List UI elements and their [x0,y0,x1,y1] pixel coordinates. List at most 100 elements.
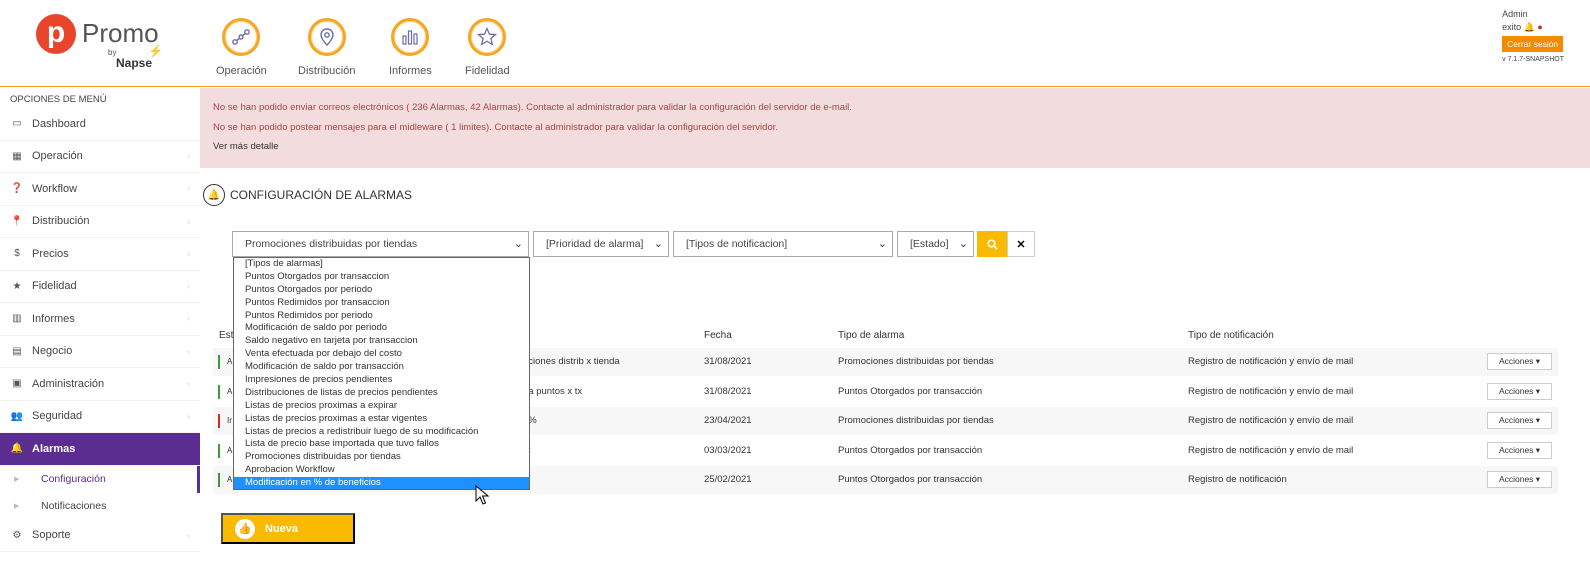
notification-type-value: [Tipos de notificacion] [686,238,788,250]
search-button[interactable] [977,231,1007,257]
logo-brand: Napse [116,56,153,70]
sidebar-item-alarmas[interactable]: 🔔 Alarmas [0,433,200,466]
dropdown-option[interactable]: Puntos Otorgados por transaccion [234,271,529,284]
sidebar-item-label: Workflow [32,182,78,195]
sidebar-item-distribucion[interactable]: 📍 Distribución ‹ [0,206,200,238]
notification-type-select[interactable]: [Tipos de notificacion] ⌄ [673,231,893,257]
sidebar: OPCIONES DE MENÚ ▭ Dashboard ▦ Operación… [0,88,200,573]
close-icon: ✕ [1016,238,1026,251]
sidebar-item-negocio[interactable]: ▤ Negocio ‹ [0,336,200,368]
sidebar-subitem-label: Configuración [41,473,106,485]
dropdown-option[interactable]: [Tipos de alarmas] [234,258,529,271]
sidebar-item-administracion[interactable]: ▣ Administración ‹ [0,368,200,401]
dropdown-option[interactable]: Venta efectuada por debajo del costo [234,348,529,361]
alarm-type-select[interactable]: Promociones distribuidas por tiendas ⌄ [232,231,529,257]
topnav-operacion[interactable]: Operación [216,18,267,77]
column-header-status[interactable]: Est [219,330,233,341]
sidebar-item-label: Soporte [32,529,71,542]
sidebar-item-precios[interactable]: $ Precios ‹ [0,238,200,271]
actions-button[interactable]: Acciones ▾ [1487,383,1552,400]
cell-date: 31/08/2021 [704,386,752,397]
view-more-link[interactable]: Ver más detalle [213,141,278,152]
star-icon: ★ [12,280,22,292]
cell-date: 31/08/2021 [704,356,752,367]
dropdown-option[interactable]: Puntos Redimidos por transaccion [234,297,529,310]
sidebar-item-label: Administración [32,377,105,390]
column-header-date[interactable]: Fecha [704,330,732,341]
app-version: v 7.1.7-SNAPSHOT [1502,56,1564,63]
info-icon[interactable]: ● [1537,22,1542,32]
priority-value: [Prioridad de alarma] [546,238,644,250]
sidebar-item-seguridad[interactable]: 👥 Seguridad ‹ [0,401,200,433]
dropdown-option[interactable]: Puntos Otorgados por periodo [234,284,529,297]
sidebar-item-label: Precios [32,247,69,260]
sidebar-title: OPCIONES DE MENÚ [10,94,107,105]
status-text: A [227,357,233,366]
dropdown-option[interactable]: Modificación de saldo por periodo [234,322,529,335]
dropdown-option[interactable]: Listas de precios proximas a estar vigen… [234,413,529,426]
new-alarm-button[interactable]: 👍 Nueva [221,513,355,544]
cell-date: 25/02/2021 [704,474,752,485]
dropdown-option[interactable]: Listas de precios proximas a expirar [234,400,529,413]
bell-icon: 🔔 [203,184,225,206]
cell-notification-type: Registro de notificación y envío de mail [1188,415,1354,426]
dropdown-option[interactable]: Listas de precios a redistribuir luego d… [234,426,529,439]
search-icon [986,238,998,250]
actions-button[interactable]: Acciones ▾ [1487,353,1552,370]
chevron-left-icon: ‹ [187,530,190,540]
actions-button[interactable]: Acciones ▾ [1487,471,1552,488]
sidebar-subitem-label: Notificaciones [41,500,107,512]
alarm-type-value: Promociones distribuidas por tiendas [245,238,418,250]
chevron-down-icon: ⌄ [958,238,968,250]
dropdown-option[interactable]: Lista de precio base importada que tuvo … [234,438,529,451]
dropdown-option[interactable]: Puntos Redimidos por periodo [234,310,529,323]
user-name: Admin [1502,9,1528,19]
header: p Promo by Napse ⚡ Operación Distribució… [0,0,1590,87]
users-icon: 👥 [10,410,24,422]
cell-notification-type: Registro de notificación y envío de mail [1188,356,1354,367]
status-indicator [218,473,220,487]
clear-filters-button[interactable]: ✕ [1007,231,1035,257]
alarm-type-dropdown-list[interactable]: [Tipos de alarmas] Puntos Otorgados por t… [233,257,530,490]
status-text: A [227,475,233,484]
topnav-fidelidad[interactable]: Fidelidad [465,18,510,77]
topnav-distribucion[interactable]: Distribución [298,18,355,77]
actions-button[interactable]: Acciones ▾ [1487,412,1552,429]
promo-napse-logo[interactable]: p Promo by Napse ⚡ [36,14,166,74]
topnav-informes[interactable]: Informes [389,18,432,77]
user-box: Admin exito 🔔 ● Cerrar sesión v 7.1.7-SN… [1502,8,1564,63]
dropdown-option[interactable]: Promociones distribuidas por tiendas [234,451,529,464]
bar-chart-icon: ▥ [12,313,22,325]
sidebar-item-soporte[interactable]: ⚙ Soporte ‹ [0,520,200,552]
dollar-icon: $ [14,248,20,260]
dropdown-option[interactable]: Aprobacion Workflow [234,464,529,477]
page-title: 🔔 CONFIGURACIÓN DE ALARMAS [203,184,412,206]
cell-alarm-type: Promociones distribuidas por tiendas [838,415,994,426]
sidebar-item-workflow[interactable]: ❓ Workflow ‹ [0,173,200,206]
dropdown-option[interactable]: Distribuciones de listas de precios pend… [234,387,529,400]
chevron-left-icon: ‹ [187,411,190,421]
cell-date: 03/03/2021 [704,445,752,456]
bell-icon[interactable]: 🔔 [1524,22,1535,32]
sidebar-item-informes[interactable]: ▥ Informes ‹ [0,303,200,336]
alert-message-middleware: No se han podido postear mensajes para e… [213,122,779,133]
column-header-notification-type[interactable]: Tipo de notificación [1188,330,1274,341]
sidebar-item-dashboard[interactable]: ▭ Dashboard [0,108,200,141]
sidebar-item-fidelidad[interactable]: ★ Fidelidad ‹ [0,271,200,303]
dropdown-option[interactable]: Impresiones de precios pendientes [234,374,529,387]
sidebar-subitem-notificaciones[interactable]: ▶ Notificaciones [0,493,200,520]
priority-select[interactable]: [Prioridad de alarma] ⌄ [533,231,669,257]
state-select[interactable]: [Estado] ⌄ [897,231,974,257]
sidebar-item-label: Alarmas [32,442,76,455]
sidebar-item-operacion[interactable]: ▦ Operación ‹ [0,141,200,173]
sidebar-subitem-configuracion[interactable]: ▶ Configuración [0,465,200,493]
dropdown-option[interactable]: Modificación de saldo por transacción [234,361,529,374]
column-header-alarm-type[interactable]: Tipo de alarma [838,330,904,341]
actions-button[interactable]: Acciones ▾ [1487,442,1552,459]
user-company-row: exito 🔔 ● [1502,21,1564,34]
logout-button[interactable]: Cerrar sesión [1502,36,1564,52]
cell-notification-type: Registro de notificación y envío de mail [1188,386,1354,397]
sidebar-item-label: Informes [32,312,75,325]
dropdown-option[interactable]: Saldo negativo en tarjeta por transaccio… [234,335,529,348]
status-indicator [218,355,220,369]
